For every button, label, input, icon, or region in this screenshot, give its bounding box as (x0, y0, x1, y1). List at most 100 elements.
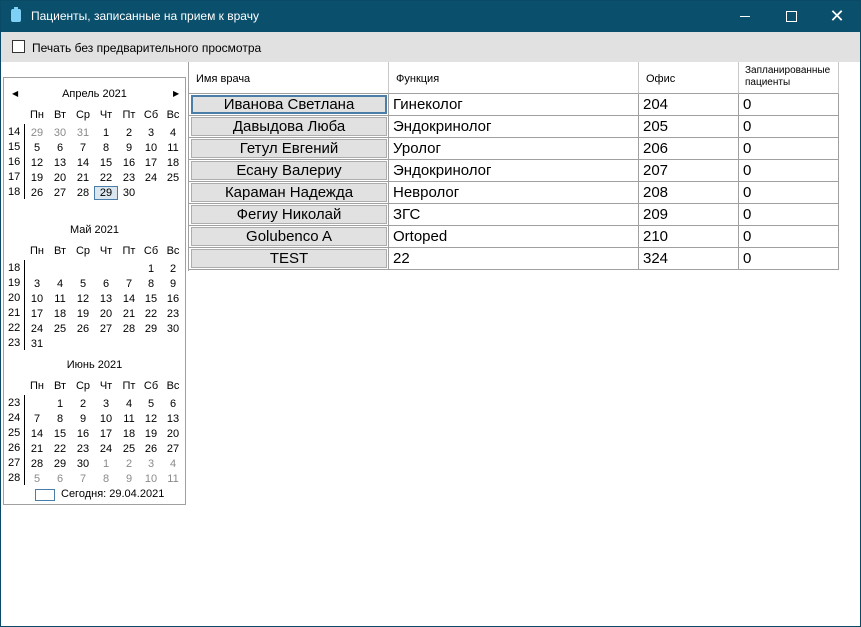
doctor-name-button[interactable]: Гетул Евгений (191, 139, 387, 158)
calendar-day[interactable]: 11 (162, 141, 184, 155)
calendar-day[interactable]: 8 (95, 472, 117, 486)
calendar-day[interactable]: 7 (72, 472, 94, 486)
month-title[interactable]: Май 2021 (4, 224, 185, 236)
calendar-day[interactable]: 16 (72, 427, 94, 441)
calendar-day[interactable]: 15 (95, 156, 117, 170)
month-calendar[interactable]: Апрель 2021 ◀ ▶ Пн Вт Ср Чт Пт Сб Вс 14 29 30 31 1 2 3 4 1… (3, 77, 186, 505)
calendar-day[interactable]: 4 (49, 277, 71, 291)
calendar-day[interactable]: 22 (95, 171, 117, 185)
calendar-day[interactable]: 10 (140, 141, 162, 155)
calendar-day[interactable]: 15 (140, 292, 162, 306)
table-row[interactable]: TEST 22 324 0 (189, 248, 840, 270)
calendar-day[interactable]: 17 (26, 307, 48, 321)
calendar-day[interactable]: 27 (49, 186, 71, 200)
minimize-button[interactable] (722, 1, 768, 32)
calendar-day[interactable]: 31 (72, 126, 94, 140)
previous-month-arrow-icon[interactable]: ◀ (12, 89, 18, 98)
calendar-day[interactable]: 13 (95, 292, 117, 306)
doctor-name-cell[interactable]: TEST (189, 248, 389, 270)
calendar-day[interactable]: 23 (162, 307, 184, 321)
calendar-day[interactable]: 10 (26, 292, 48, 306)
calendar-day[interactable]: 1 (49, 397, 71, 411)
calendar-day[interactable]: 2 (118, 457, 140, 471)
doctors-grid[interactable]: Имя врача Функция Офис Запланированные паци… (188, 62, 840, 271)
calendar-day[interactable]: 4 (162, 457, 184, 471)
selected-day[interactable]: 29 (94, 186, 118, 200)
table-row[interactable]: Давыдова Люба Эндокринолог 205 0 (189, 116, 840, 138)
doctor-name-cell[interactable]: Гетул Евгений (189, 138, 389, 160)
calendar-day[interactable]: 19 (140, 427, 162, 441)
calendar-day[interactable]: 23 (118, 171, 140, 185)
calendar-day[interactable]: 27 (162, 442, 184, 456)
calendar-day[interactable]: 30 (162, 322, 184, 336)
calendar-day[interactable]: 5 (72, 277, 94, 291)
calendar-day[interactable]: 20 (49, 171, 71, 185)
calendar-day[interactable]: 24 (26, 322, 48, 336)
calendar-day[interactable]: 8 (49, 412, 71, 426)
calendar-day[interactable]: 26 (140, 442, 162, 456)
calendar-day[interactable]: 6 (162, 397, 184, 411)
calendar-day[interactable]: 1 (140, 262, 162, 276)
calendar-day[interactable]: 30 (72, 457, 94, 471)
calendar-day[interactable]: 11 (162, 472, 184, 486)
calendar-day[interactable]: 30 (118, 186, 140, 200)
month-title[interactable]: Апрель 2021 (4, 88, 185, 100)
calendar-day[interactable]: 7 (118, 277, 140, 291)
calendar-day[interactable]: 25 (118, 442, 140, 456)
calendar-day[interactable]: 6 (49, 141, 71, 155)
calendar-day[interactable]: 3 (95, 397, 117, 411)
table-row[interactable]: Есану Валериу Эндокринолог 207 0 (189, 160, 840, 182)
title-bar[interactable]: Пациенты, записанные на прием к врачу ✕ (1, 1, 860, 32)
calendar-day[interactable]: 16 (118, 156, 140, 170)
table-row[interactable]: Golubenco A Ortoped 210 0 (189, 226, 840, 248)
calendar-day[interactable]: 12 (72, 292, 94, 306)
calendar-day[interactable]: 3 (26, 277, 48, 291)
calendar-day[interactable]: 9 (118, 141, 140, 155)
calendar-day[interactable]: 13 (49, 156, 71, 170)
calendar-day[interactable]: 2 (118, 126, 140, 140)
calendar-day[interactable]: 10 (140, 472, 162, 486)
calendar-day[interactable]: 30 (49, 126, 71, 140)
calendar-day[interactable]: 19 (72, 307, 94, 321)
calendar-day[interactable]: 21 (72, 171, 94, 185)
calendar-day[interactable]: 17 (140, 156, 162, 170)
doctor-name-cell[interactable]: Караман Надежда (189, 182, 389, 204)
column-header[interactable]: Имя врача (189, 62, 389, 94)
calendar-day[interactable]: 7 (26, 412, 48, 426)
month-title[interactable]: Июнь 2021 (4, 359, 185, 371)
calendar-day[interactable]: 31 (26, 337, 48, 351)
calendar-day[interactable]: 26 (26, 186, 48, 200)
print-without-preview-label[interactable]: Печать без предварительного просмотра (32, 41, 261, 55)
doctor-name-button[interactable]: TEST (191, 249, 387, 268)
calendar-day[interactable]: 12 (140, 412, 162, 426)
calendar-day[interactable]: 14 (72, 156, 94, 170)
column-header[interactable]: Запланированные пациенты (739, 62, 839, 94)
calendar-day[interactable]: 3 (140, 126, 162, 140)
doctor-name-button[interactable]: Есану Валериу (191, 161, 387, 180)
calendar-day[interactable]: 18 (162, 156, 184, 170)
close-button[interactable]: ✕ (814, 1, 860, 32)
calendar-day[interactable]: 21 (118, 307, 140, 321)
calendar-day[interactable]: 14 (26, 427, 48, 441)
calendar-day[interactable]: 20 (162, 427, 184, 441)
calendar-day[interactable]: 12 (26, 156, 48, 170)
calendar-day[interactable]: 25 (49, 322, 71, 336)
calendar-day[interactable]: 29 (49, 457, 71, 471)
doctor-name-cell[interactable]: Golubenco A (189, 226, 389, 248)
calendar-day[interactable]: 18 (118, 427, 140, 441)
calendar-day[interactable]: 5 (26, 472, 48, 486)
doctor-name-button[interactable]: Иванова Светлана (191, 95, 387, 114)
doctor-name-button[interactable]: Golubenco A (191, 227, 387, 246)
calendar-day[interactable]: 11 (118, 412, 140, 426)
table-row[interactable]: Гетул Евгений Уролог 206 0 (189, 138, 840, 160)
calendar-day[interactable]: 9 (118, 472, 140, 486)
calendar-day[interactable]: 24 (95, 442, 117, 456)
calendar-day[interactable]: 29 (140, 322, 162, 336)
column-header[interactable]: Офис (639, 62, 739, 94)
doctor-name-button[interactable]: Фегиу Николай (191, 205, 387, 224)
calendar-day[interactable]: 17 (95, 427, 117, 441)
calendar-day[interactable]: 20 (95, 307, 117, 321)
doctor-name-cell[interactable]: Фегиу Николай (189, 204, 389, 226)
calendar-day[interactable]: 6 (95, 277, 117, 291)
calendar-day[interactable]: 2 (162, 262, 184, 276)
